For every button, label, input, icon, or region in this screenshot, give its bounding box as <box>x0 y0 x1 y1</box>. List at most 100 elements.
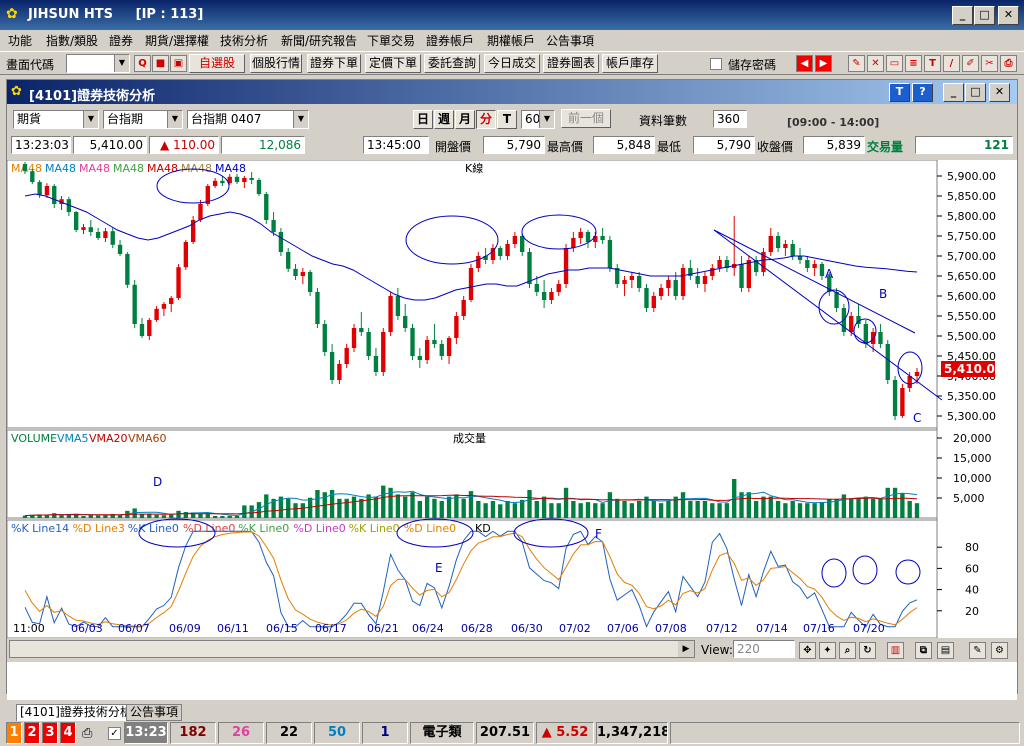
sector-label: 電子類 <box>410 722 474 744</box>
quick-3[interactable]: 3 <box>42 722 58 744</box>
volume-bar <box>541 496 547 518</box>
layout-icon[interactable]: ▤ <box>937 642 954 659</box>
draw-icon[interactable]: ✎ <box>969 642 986 659</box>
tool-cut-icon[interactable]: ✂ <box>981 55 998 72</box>
period-day-button[interactable]: 日 <box>413 110 433 129</box>
contract-select[interactable]: 台指期 0407 ▼ <box>187 110 309 129</box>
copy-icon[interactable]: ⧉ <box>915 642 932 659</box>
volume-bar <box>819 502 825 518</box>
period-tick-button[interactable]: T <box>497 110 517 129</box>
screen-code-combo[interactable]: ▼ <box>66 54 130 73</box>
print-icon[interactable]: ⎙ <box>82 726 92 741</box>
menu-item-opt-account[interactable]: 期權帳戶 <box>487 32 535 49</box>
close-value: 5,839 <box>803 136 865 154</box>
maximize-button[interactable]: □ <box>974 6 995 25</box>
stock-chart-button[interactable]: 證券圖表 <box>543 54 599 73</box>
tool-pen-icon[interactable]: / <box>943 55 960 72</box>
tool-list-icon[interactable]: ≡ <box>905 55 922 72</box>
account-inventory-button[interactable]: 帳戶庫存 <box>602 54 658 73</box>
zoom-in-icon[interactable]: ✦ <box>819 642 836 659</box>
volume-bar <box>359 498 364 518</box>
fixed-price-order-button[interactable]: 定價下單 <box>365 54 421 73</box>
view-input[interactable]: 220 <box>733 640 795 658</box>
candle-body <box>563 248 569 284</box>
menu-item-order[interactable]: 下單交易 <box>367 32 415 49</box>
chevron-down-icon: ▼ <box>167 111 182 128</box>
stock-order-button[interactable]: 證券下單 <box>307 54 361 73</box>
volume-bar <box>205 513 210 518</box>
quick-1[interactable]: 1 <box>6 722 22 744</box>
period-week-button[interactable]: 週 <box>434 110 454 129</box>
refresh-icon[interactable]: ↻ <box>859 642 876 659</box>
folder-icon[interactable]: ▣ <box>170 55 187 72</box>
arrow-left-icon[interactable]: ◀ <box>796 55 813 72</box>
arrow-right-icon[interactable]: ▶ <box>815 55 832 72</box>
volume-bar <box>585 502 591 518</box>
volume-bar <box>52 513 57 518</box>
window-maximize-button[interactable]: □ <box>965 83 986 102</box>
menu-item-tech-analysis[interactable]: 技術分析 <box>220 32 268 49</box>
tool-print-icon[interactable]: ⎙ <box>1000 55 1017 72</box>
prev-button[interactable]: 前一個 <box>561 109 611 128</box>
volume-bar <box>658 503 664 518</box>
volume-bar <box>154 514 159 518</box>
interval-select[interactable]: 60 ▼ <box>521 110 555 129</box>
tool-t-button[interactable]: T <box>889 83 910 102</box>
menu-item-announcement[interactable]: 公告事項 <box>546 32 594 49</box>
candle-body <box>863 324 868 344</box>
tool-pencil-icon[interactable]: ✐ <box>962 55 979 72</box>
stock-quote-button[interactable]: 個股行情 <box>250 54 302 73</box>
market-select[interactable]: 期貨 ▼ <box>13 110 99 129</box>
tab-announcement[interactable]: 公告事項 <box>126 704 183 721</box>
period-month-button[interactable]: 月 <box>455 110 475 129</box>
status-checkbox[interactable]: ✓ <box>108 727 121 740</box>
chart-svg[interactable]: MA48MA48MA48MA48MA48MA48MA48 K線 5,900.00… <box>6 159 1017 715</box>
zoom-out-icon[interactable]: ✥ <box>799 642 816 659</box>
menu-item-futures[interactable]: 期貨/選擇權 <box>145 32 209 49</box>
today-trades-button[interactable]: 今日成交 <box>484 54 540 73</box>
sector-volume: 1,347,218 <box>596 722 668 744</box>
records-input[interactable]: 360 <box>713 110 747 128</box>
tool-text-icon[interactable]: T <box>924 55 941 72</box>
help-button[interactable]: ? <box>912 83 933 102</box>
quick-4[interactable]: 4 <box>60 722 76 744</box>
indicator-icon[interactable]: ▥ <box>887 642 904 659</box>
volume-bar <box>702 501 708 518</box>
chart-area[interactable]: MA48MA48MA48MA48MA48MA48MA48 K線 5,900.00… <box>6 159 1017 715</box>
candle-body <box>103 231 108 238</box>
candle-body <box>139 324 145 336</box>
period-minute-button[interactable]: 分 <box>476 110 496 129</box>
window-minimize-button[interactable]: _ <box>943 83 964 102</box>
index-select[interactable]: 台指期 ▼ <box>103 110 183 129</box>
menu-item-function[interactable]: 功能 <box>8 32 32 49</box>
tool-window-icon[interactable]: ▭ <box>886 55 903 72</box>
chart-icon[interactable]: ■ <box>152 55 169 72</box>
settings-icon[interactable]: ⚙ <box>991 642 1008 659</box>
watchlist-button[interactable]: 自選股 <box>189 54 245 73</box>
search-icon[interactable]: Q <box>134 55 151 72</box>
close-label: 收盤價 <box>757 140 794 154</box>
magnify-icon[interactable]: ⌕ <box>839 642 856 659</box>
tool-close-icon[interactable]: ✕ <box>867 55 884 72</box>
order-query-button[interactable]: 委託查詢 <box>424 54 480 73</box>
tab-tech-analysis[interactable]: [4101]證券技術分析 <box>16 704 136 721</box>
close-button[interactable]: ✕ <box>998 6 1019 25</box>
annotation-b: B <box>879 287 887 301</box>
volume-bar <box>761 496 766 518</box>
minimize-button[interactable]: _ <box>952 6 973 25</box>
volume-bar <box>534 501 539 518</box>
candle-body <box>541 292 547 300</box>
menu-item-sec-account[interactable]: 證券帳戶 <box>426 32 474 49</box>
menu-item-securities[interactable]: 證券 <box>109 32 133 49</box>
menu-item-news[interactable]: 新聞/研究報告 <box>281 32 357 49</box>
tool-edit-icon[interactable]: ✎ <box>848 55 865 72</box>
horizontal-scrollbar[interactable]: ▶ <box>9 640 695 658</box>
save-password-checkbox[interactable] <box>710 58 722 70</box>
quick-2[interactable]: 2 <box>24 722 40 744</box>
scroll-right-icon[interactable]: ▶ <box>678 641 694 657</box>
candle-body <box>110 231 115 245</box>
window-close-button[interactable]: ✕ <box>989 83 1010 102</box>
menu-item-index[interactable]: 指數/類股 <box>46 32 98 49</box>
candle-body <box>154 308 159 320</box>
open-value: 5,790 <box>483 136 545 154</box>
